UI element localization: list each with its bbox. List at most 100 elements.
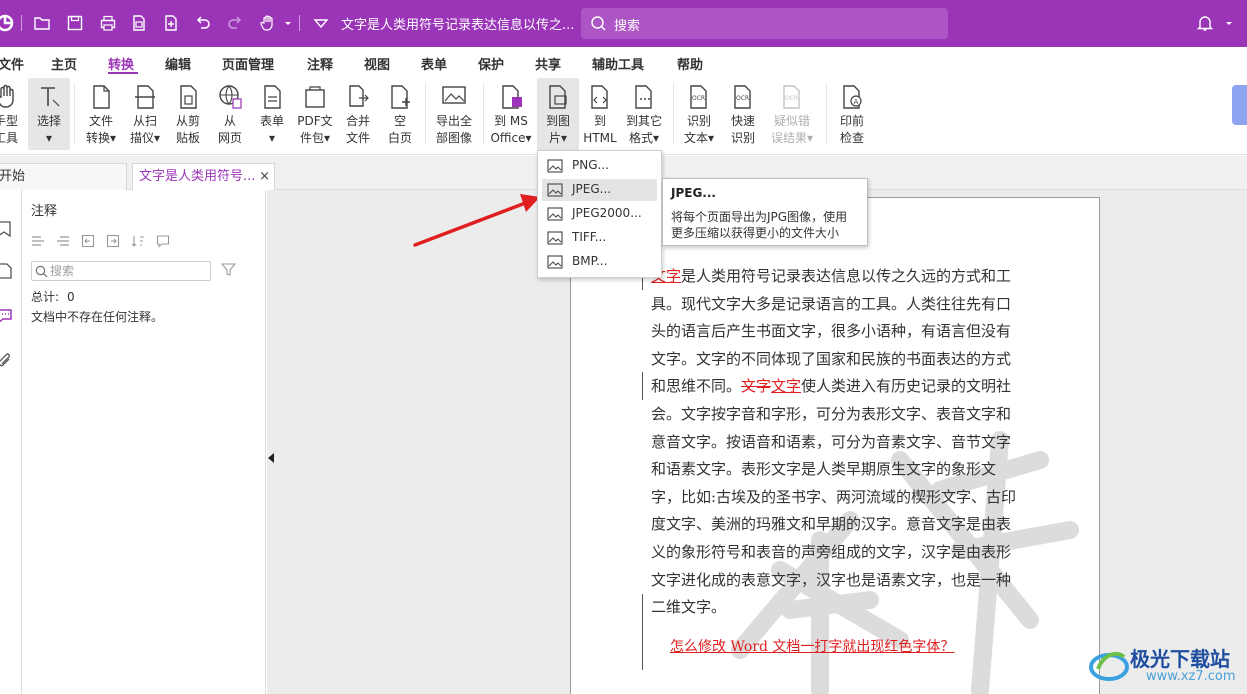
menu-share[interactable]: 共享 xyxy=(535,54,561,73)
other-format-icon xyxy=(631,83,657,111)
collapse-panel-icon[interactable] xyxy=(268,451,274,465)
menu-home[interactable]: 主页 xyxy=(51,54,77,73)
comment-icon[interactable] xyxy=(0,307,14,325)
total-label: 总计: xyxy=(31,290,60,304)
to-image-dropdown: PNG... JPEG... JPEG2000... TIFF... BMP..… xyxy=(537,150,662,278)
dropdown-icon[interactable] xyxy=(312,14,330,32)
divider xyxy=(21,15,22,31)
undo-icon[interactable] xyxy=(194,14,212,32)
preflight-label: 印前 检查 xyxy=(839,114,864,145)
from-scanner-label: 从扫 描仪▾ xyxy=(129,114,161,145)
menu-protect[interactable]: 保护 xyxy=(478,54,504,73)
bookmark-icon[interactable] xyxy=(0,220,14,238)
export-all-images-button[interactable]: 导出全 部图像 xyxy=(430,78,478,150)
new-doc-icon[interactable] xyxy=(130,14,148,32)
ribbon-toolbar: 手型 工具 选择 ▾ 文件 转换▾ 从扫 描仪▾ 从剪 贴板 从 网页 表单 ▾… xyxy=(0,75,1247,155)
form-button[interactable]: 表单 ▾ xyxy=(252,78,292,150)
pdf-package-label: PDF文 件包▾ xyxy=(297,114,333,145)
menu-item-jpeg[interactable]: JPEG... xyxy=(542,179,657,201)
menu-page-management[interactable]: 页面管理 xyxy=(222,54,274,73)
to-image-button[interactable]: 到图 片▾ xyxy=(537,78,579,150)
bell-icon[interactable] xyxy=(1196,14,1214,32)
menu-item-tiff[interactable]: TIFF... xyxy=(542,227,657,249)
search-box[interactable]: 搜索 xyxy=(581,8,948,39)
menu-help[interactable]: 帮助 xyxy=(677,54,703,73)
attachment-icon[interactable] xyxy=(0,352,14,370)
hand-tool-button[interactable]: 手型 工具 xyxy=(0,78,26,150)
import-icon[interactable] xyxy=(81,234,95,248)
save-icon[interactable] xyxy=(66,14,84,32)
menu-item-bmp[interactable]: BMP... xyxy=(542,251,657,273)
panel-title: 注释 xyxy=(31,204,58,219)
preflight-button[interactable]: A 印前 检查 xyxy=(832,78,872,150)
select-tool-button[interactable]: 选择 ▾ xyxy=(28,78,70,150)
article-link[interactable]: 怎么修改 Word 文档一打字就出现红色字体？ xyxy=(670,636,954,656)
tab-label: 文字是人类用符号... xyxy=(139,169,256,184)
annotation-search[interactable] xyxy=(31,261,211,281)
tab-start[interactable]: 开始 xyxy=(0,163,127,190)
sort-icon[interactable] xyxy=(131,234,145,248)
menu-item-jpeg2000[interactable]: JPEG2000... xyxy=(542,203,657,225)
menu-convert[interactable]: 转换 xyxy=(108,54,134,73)
menu-file[interactable]: 文件 xyxy=(0,54,24,73)
blank-page-button[interactable]: 空 白页 xyxy=(380,78,420,150)
side-panel-toggle[interactable] xyxy=(1232,85,1247,125)
to-ms-office-button[interactable]: 到 MS Office▾ xyxy=(488,78,534,150)
redo-icon[interactable] xyxy=(226,14,244,32)
export-icon[interactable] xyxy=(106,234,120,248)
chevron-down-icon[interactable] xyxy=(279,14,291,32)
hand-tool-label: 手型 工具 xyxy=(0,114,18,145)
ocr-text-button[interactable]: OCR 识别 文本▾ xyxy=(678,78,720,150)
quick-ocr-button[interactable]: OCR 快速 识别 xyxy=(722,78,764,150)
filter-icon[interactable] xyxy=(220,262,237,277)
suspect-ocr-icon: OCR xyxy=(779,83,805,111)
comment-list-icon[interactable] xyxy=(156,234,170,248)
pdf-package-button[interactable]: PDF文 件包▾ xyxy=(293,78,337,150)
chevron-down-icon[interactable] xyxy=(1220,14,1232,32)
annotation-panel: 注释 总计: 0 文档中不存在任何注释。 xyxy=(22,190,266,694)
annotation-total: 总计: 0 xyxy=(31,288,75,305)
tracked-deletion: 文字 xyxy=(741,377,772,396)
menu-form[interactable]: 表单 xyxy=(421,54,447,73)
print-icon[interactable] xyxy=(99,14,117,32)
divider xyxy=(483,83,484,145)
site-watermark: 极光下载站 www.xz7.com xyxy=(1088,643,1247,694)
menu-item-png[interactable]: PNG... xyxy=(542,155,657,177)
to-html-label: 到 HTML xyxy=(583,114,617,145)
from-clipboard-button[interactable]: 从剪 贴板 xyxy=(168,78,208,150)
menu-item-label: PNG... xyxy=(572,158,609,172)
menu-accessibility[interactable]: 辅助工具 xyxy=(592,54,644,73)
open-folder-icon[interactable] xyxy=(33,14,51,32)
menu-edit[interactable]: 编辑 xyxy=(165,54,191,73)
app-logo-icon[interactable] xyxy=(0,14,14,32)
from-scanner-button[interactable]: 从扫 描仪▾ xyxy=(123,78,167,150)
merge-files-button[interactable]: 合并 文件 xyxy=(338,78,378,150)
divider xyxy=(673,83,674,145)
file-convert-button[interactable]: 文件 转换▾ xyxy=(80,78,122,150)
form-label: 表单 ▾ xyxy=(259,114,284,145)
collapse-all-icon[interactable] xyxy=(56,234,70,248)
text-cursor-icon xyxy=(36,83,62,111)
expand-all-icon[interactable] xyxy=(31,234,45,248)
search-icon xyxy=(590,15,607,32)
annotation-search-input[interactable] xyxy=(50,263,208,279)
blank-page-label: 空 白页 xyxy=(387,114,412,145)
tooltip: JPEG... 将每个页面导出为JPG图像，使用更多压缩以获得更小的文件大小 xyxy=(662,178,868,246)
menu-annotate[interactable]: 注释 xyxy=(307,54,333,73)
from-clipboard-label: 从剪 贴板 xyxy=(175,114,200,145)
close-icon[interactable]: × xyxy=(259,164,270,190)
tab-document[interactable]: 文字是人类用符号... × xyxy=(132,163,275,190)
merge-icon xyxy=(345,83,371,111)
image-icon xyxy=(547,183,563,197)
to-html-button[interactable]: 到 HTML xyxy=(580,78,620,150)
to-other-format-button[interactable]: 到其它 格式▾ xyxy=(621,78,667,150)
menu-view[interactable]: 视图 xyxy=(364,54,390,73)
pages-icon[interactable] xyxy=(0,262,14,280)
new-doc-plus-icon[interactable] xyxy=(162,14,180,32)
suspect-results-button[interactable]: OCR 疑似错 误结果▾ xyxy=(766,78,818,150)
hand-icon[interactable] xyxy=(259,14,277,32)
from-webpage-button[interactable]: 从 网页 xyxy=(209,78,251,150)
ocr-icon: OCR xyxy=(686,83,712,111)
empty-message: 文档中不存在任何注释。 xyxy=(31,310,164,324)
title-bar: 文字是人类用符号记录表达信息以传之... 搜索 xyxy=(0,0,1247,47)
